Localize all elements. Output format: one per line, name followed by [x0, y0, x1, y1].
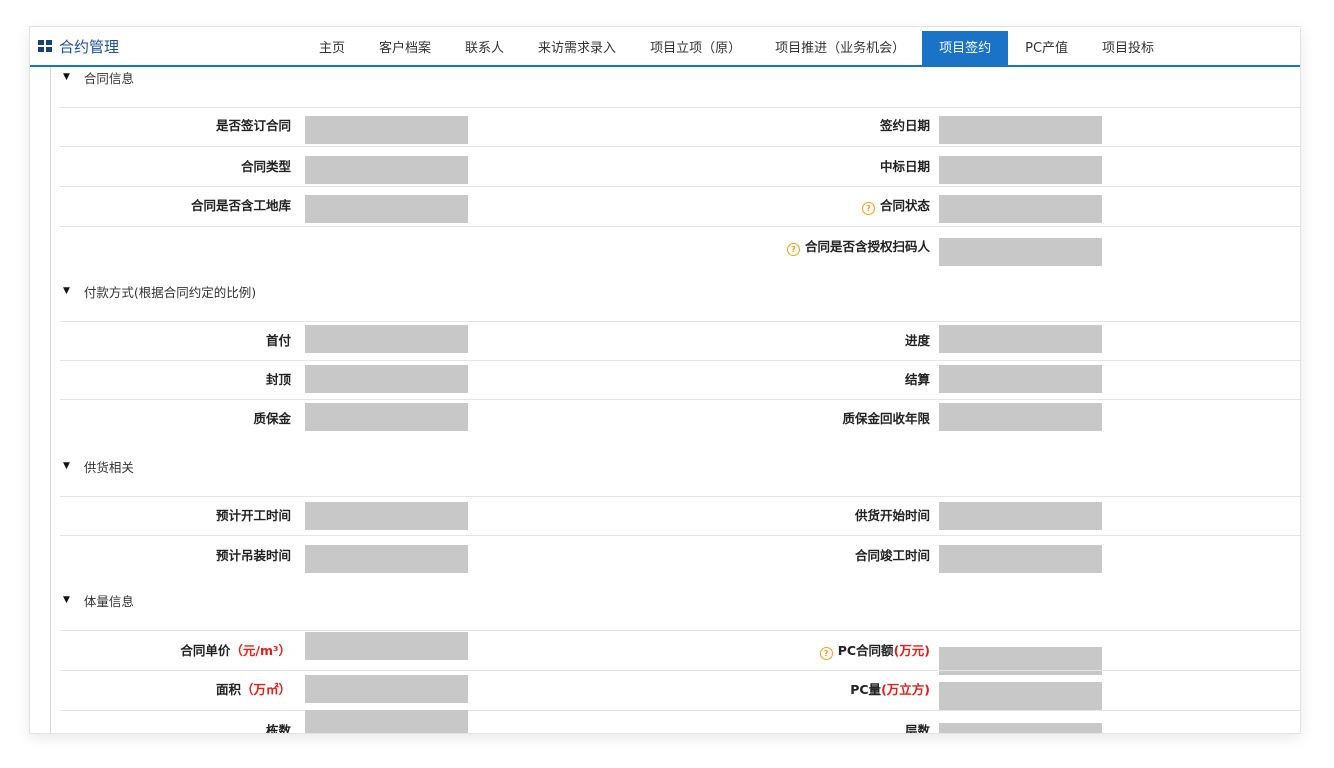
- label-pc-amount: ? PC合同额(万元): [819, 643, 930, 660]
- divider: [60, 670, 1300, 671]
- label-topping-out: 封顶: [265, 372, 291, 387]
- caret-down-icon: ▼: [63, 286, 70, 296]
- contract-type-field[interactable]: [305, 156, 468, 184]
- label-includes-site-storage: 合同是否含工地库: [190, 198, 291, 213]
- divider: [60, 360, 1300, 361]
- left-guide-line: [50, 67, 51, 733]
- floors-field[interactable]: [939, 723, 1102, 733]
- label-sign-date: 签约日期: [879, 118, 930, 133]
- area-unit: （万㎡）: [240, 682, 291, 697]
- divider: [60, 496, 1300, 497]
- app-window: 合约管理 主页 客户档案 联系人 来访需求录入 项目立项（原） 项目推进（业务机…: [30, 27, 1300, 733]
- divider: [60, 146, 1300, 147]
- section-title: 付款方式(根据合同约定的比例): [83, 284, 257, 300]
- area-text: 面积: [215, 682, 241, 697]
- is-signed-field[interactable]: [305, 116, 468, 144]
- top-navigation-bar: 合约管理 主页 客户档案 联系人 来访需求录入 项目立项（原） 项目推进（业务机…: [30, 27, 1300, 67]
- label-floors: 层数: [904, 723, 930, 733]
- warranty-field[interactable]: [305, 403, 468, 431]
- divider: [60, 630, 1300, 631]
- app-title-text: 合约管理: [59, 37, 120, 56]
- includes-auth-scanner-field[interactable]: [939, 238, 1102, 266]
- pc-amount-unit: (万元): [893, 643, 930, 658]
- label-bid-date: 中标日期: [879, 159, 930, 174]
- tab-visit-request[interactable]: 来访需求录入: [521, 31, 633, 65]
- label-contract-completion: 合同竣工时间: [854, 548, 930, 563]
- label-down-payment: 首付: [265, 333, 291, 348]
- label-pc-volume: PC量(万立方): [850, 682, 930, 698]
- includes-auth-scanner-text: 合同是否含授权扫码人: [804, 239, 930, 254]
- includes-site-storage-field[interactable]: [305, 195, 468, 223]
- unit-price-field[interactable]: [305, 632, 468, 660]
- divider: [60, 321, 1300, 322]
- pc-volume-unit: (万立方): [881, 682, 930, 697]
- area-field[interactable]: [305, 675, 468, 703]
- planned-start-field[interactable]: [305, 502, 468, 530]
- divider: [60, 226, 1300, 227]
- caret-down-icon: ▼: [63, 461, 70, 471]
- section-title: 合同信息: [83, 70, 134, 86]
- divider: [60, 710, 1300, 711]
- section-title: 供货相关: [83, 459, 134, 475]
- down-payment-field[interactable]: [305, 325, 468, 353]
- divider: [60, 535, 1300, 536]
- topping-out-field[interactable]: [305, 365, 468, 393]
- label-progress: 进度: [904, 333, 930, 348]
- unit-price-text: 合同单价: [180, 643, 231, 658]
- label-includes-auth-scanner: ? 合同是否含授权扫码人: [786, 239, 930, 256]
- caret-down-icon: ▼: [63, 72, 70, 82]
- question-circle-icon[interactable]: ?: [861, 202, 875, 215]
- contract-status-text: 合同状态: [879, 198, 930, 213]
- tab-bar: 主页 客户档案 联系人 来访需求录入 项目立项（原） 项目推进（业务机会） 项目…: [302, 31, 1171, 65]
- label-contract-type: 合同类型: [240, 159, 291, 174]
- divider: [60, 107, 1300, 108]
- pc-volume-text: PC量: [850, 682, 882, 697]
- tab-project-initiation[interactable]: 项目立项（原）: [633, 31, 758, 65]
- app-title: 合约管理: [38, 35, 119, 57]
- contract-status-field[interactable]: [939, 195, 1102, 223]
- progress-field[interactable]: [939, 325, 1102, 353]
- label-planned-start: 预计开工时间: [215, 508, 291, 523]
- warranty-recovery-field[interactable]: [939, 403, 1102, 431]
- sign-date-field[interactable]: [939, 116, 1102, 144]
- settlement-field[interactable]: [939, 365, 1102, 393]
- label-warranty-recovery: 质保金回收年限: [842, 411, 930, 426]
- question-circle-icon[interactable]: ?: [819, 647, 833, 660]
- grid-icon: [38, 40, 52, 52]
- section-volume-header[interactable]: ▼ 体量信息: [63, 590, 134, 610]
- tab-home[interactable]: 主页: [302, 31, 362, 65]
- tab-project-signing[interactable]: 项目签约: [922, 31, 1009, 65]
- pc-volume-field[interactable]: [939, 682, 1102, 710]
- divider: [60, 399, 1300, 400]
- planned-hoisting-field[interactable]: [305, 545, 468, 573]
- section-payment-header[interactable]: ▼ 付款方式(根据合同约定的比例): [63, 281, 256, 301]
- label-warranty: 质保金: [253, 411, 291, 426]
- tab-project-bidding[interactable]: 项目投标: [1085, 31, 1171, 65]
- label-unit-price: 合同单价（元/m³）: [180, 643, 291, 659]
- label-contract-status: ? 合同状态: [861, 198, 930, 215]
- tab-customer-archive[interactable]: 客户档案: [362, 31, 448, 65]
- label-supply-start: 供货开始时间: [854, 508, 930, 523]
- form-content: ▼ 合同信息 是否签订合同 签约日期 合同类型 中标日期 合同是否含工地库 ? 合…: [30, 67, 1300, 733]
- question-circle-icon[interactable]: ?: [786, 243, 800, 256]
- buildings-field[interactable]: [305, 710, 468, 733]
- section-supply-header[interactable]: ▼ 供货相关: [63, 456, 134, 476]
- section-contract-header[interactable]: ▼ 合同信息: [63, 67, 134, 87]
- contract-completion-field[interactable]: [939, 545, 1102, 573]
- tab-contacts[interactable]: 联系人: [448, 31, 521, 65]
- bid-date-field[interactable]: [939, 156, 1102, 184]
- caret-down-icon: ▼: [63, 595, 70, 605]
- tab-pc-output[interactable]: PC产值: [1008, 31, 1085, 65]
- tab-project-advance[interactable]: 项目推进（业务机会）: [758, 31, 922, 65]
- section-title: 体量信息: [83, 593, 134, 609]
- pc-amount-text: PC合同额: [837, 643, 894, 658]
- label-buildings: 栋数: [265, 723, 291, 733]
- label-settlement: 结算: [904, 372, 930, 387]
- unit-price-unit: （元/m³）: [230, 643, 291, 658]
- label-is-signed: 是否签订合同: [215, 118, 291, 133]
- label-area: 面积（万㎡）: [216, 682, 291, 698]
- supply-start-field[interactable]: [939, 502, 1102, 530]
- divider: [60, 186, 1300, 187]
- label-planned-hoisting: 预计吊装时间: [215, 548, 291, 563]
